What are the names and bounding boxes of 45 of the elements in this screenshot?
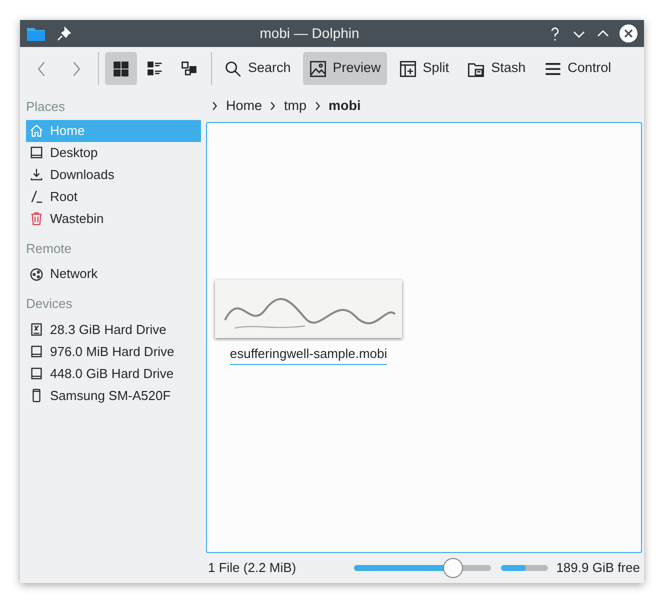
section-heading: Places [26, 98, 66, 116]
desktop-icon [29, 145, 44, 160]
toolbar-button[interactable]: Control [538, 52, 618, 85]
breadcrumb-item[interactable]: tmp [284, 96, 307, 116]
list-view-icon [146, 60, 164, 78]
window-title: mobi — Dolphin [258, 24, 360, 43]
sidebar-item[interactable]: 28.3 GiB Hard Drive [26, 318, 201, 340]
slash-icon [29, 189, 44, 204]
grid-view-icon [112, 60, 130, 78]
file-name[interactable]: esufferingwell-sample.mobi [230, 344, 388, 366]
search-icon [224, 60, 242, 78]
breadcrumb-item[interactable]: mobi [328, 96, 361, 116]
download-icon [29, 167, 44, 182]
slider-handle[interactable] [442, 558, 463, 578]
toolbar-button[interactable]: Split [392, 52, 456, 85]
pin-icon[interactable] [56, 26, 72, 42]
sidebar-item[interactable]: Root [26, 186, 201, 208]
hard-drive-icon [29, 344, 44, 359]
toolbar-button[interactable]: Search [218, 52, 297, 85]
trash-icon [29, 211, 44, 226]
sidebar-item[interactable]: Wastebin [26, 208, 201, 230]
free-space-text: 189.9 GiB free [556, 559, 640, 578]
sidebar-item[interactable]: Network [26, 263, 201, 285]
image-icon [308, 60, 327, 78]
chevron-icon [210, 101, 220, 111]
section-heading: Remote [26, 240, 73, 258]
toolbar-button[interactable]: Preview [302, 52, 387, 85]
status-text: 1 File (2.2 MiB) [208, 559, 298, 578]
close-icon[interactable] [619, 24, 638, 43]
section-heading: Devices [26, 295, 74, 313]
sidebar-item[interactable]: 976.0 MiB Hard Drive [26, 340, 201, 362]
hard-drive-icon [29, 366, 44, 381]
view-mode-button[interactable] [105, 52, 137, 85]
sidebar-item[interactable]: Downloads [26, 164, 201, 186]
split-view-icon [398, 60, 417, 78]
home-icon [29, 123, 44, 138]
folder-icon [26, 26, 46, 42]
network-icon [29, 266, 44, 282]
tree-view-icon [180, 60, 198, 78]
sidebar-item[interactable]: Samsung SM-A520F [26, 384, 201, 406]
sidebar-item[interactable]: Desktop [26, 142, 201, 164]
hard-drive-icon [29, 322, 44, 337]
toolbar-button[interactable]: Stash [461, 52, 532, 85]
sidebar-item[interactable]: 448.0 GiB Hard Drive [26, 362, 201, 384]
breadcrumb-item[interactable]: Home [226, 96, 262, 116]
